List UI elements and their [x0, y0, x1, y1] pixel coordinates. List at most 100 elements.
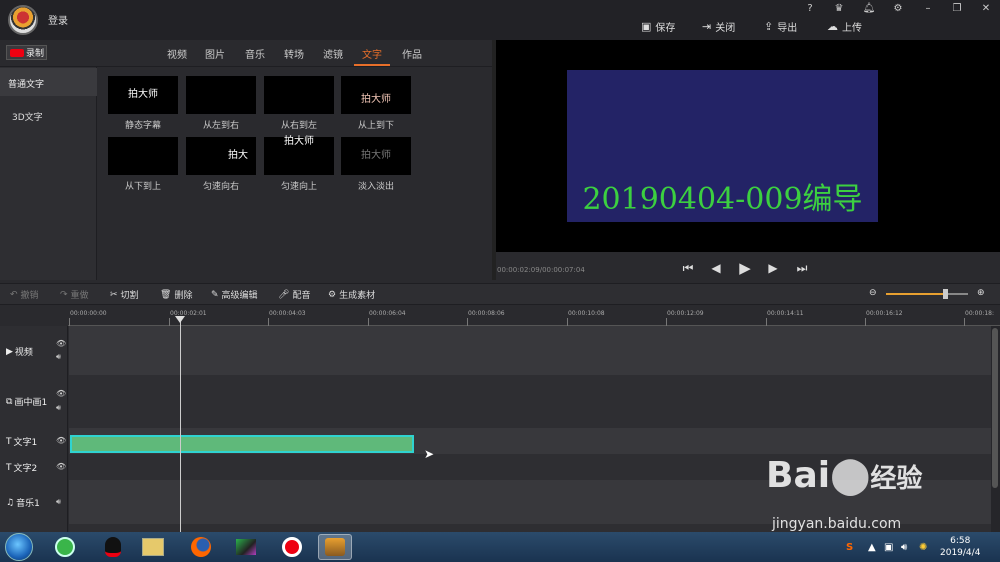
- skip-to-end-icon[interactable]: ⏭︎: [794, 260, 810, 276]
- visibility-eye-icon[interactable]: 👁︎: [56, 339, 66, 348]
- network-icon[interactable]: ✺: [919, 542, 927, 553]
- ruler-tick-label: 00:00:08:06: [468, 310, 505, 317]
- ruler-tick: [467, 318, 468, 326]
- playhead-line[interactable]: [180, 318, 181, 532]
- start-button-icon[interactable]: [5, 533, 33, 561]
- upload-button[interactable]: ☁ 上传: [827, 19, 862, 34]
- zoom-slider-track-rest[interactable]: [948, 293, 968, 295]
- ruler-tick: [69, 318, 70, 326]
- save-button[interactable]: ▣ 保存: [641, 19, 675, 34]
- track-label-video: ▶ 视频: [6, 346, 33, 359]
- scrollbar-thumb[interactable]: [992, 328, 998, 488]
- thumbnail-top-to-bottom[interactable]: 拍大师: [341, 76, 411, 114]
- track-label-text1: T 文字1: [6, 436, 38, 449]
- zoom-in-icon[interactable]: ⊕: [977, 288, 985, 298]
- thumbnail-fade-in-out[interactable]: 拍大师: [341, 137, 411, 175]
- thumbnail-uniform-right[interactable]: 拍大: [186, 137, 256, 175]
- tab-transition[interactable]: 转场: [284, 46, 304, 61]
- notification-bell-icon[interactable]: 🔔︎: [862, 2, 876, 16]
- camera-icon: [10, 48, 24, 57]
- music-track-icon: ♫: [6, 497, 15, 508]
- film-reel-icon: ⚙: [328, 289, 337, 300]
- taskbar-recorder-icon[interactable]: [275, 534, 309, 560]
- zoom-out-icon[interactable]: ⊖: [869, 288, 877, 298]
- ruler-tick-label: 00:00:04:03: [269, 310, 306, 317]
- volume-icon[interactable]: 🔊︎: [56, 352, 61, 362]
- cut-button[interactable]: ✂ 切割: [110, 288, 139, 302]
- track-pip[interactable]: [69, 375, 991, 428]
- close-window-icon[interactable]: ✕: [979, 2, 993, 16]
- playhead-marker[interactable]: [175, 316, 185, 323]
- pip-track-icon: ⧉: [6, 396, 13, 407]
- ruler-tick-label: 00:00:00:00: [70, 310, 107, 317]
- ruler-tick: [666, 318, 667, 326]
- thumbnail-bottom-to-top[interactable]: [108, 137, 178, 175]
- ruler-tick: [964, 318, 965, 326]
- track-video[interactable]: [69, 326, 991, 375]
- thumbnail-static-subtitle[interactable]: 拍大师: [108, 76, 178, 114]
- track-label-text2: T 文字2: [6, 462, 38, 475]
- sogou-input-icon[interactable]: S: [846, 542, 853, 553]
- text-track-icon: T: [6, 462, 12, 473]
- play-icon[interactable]: ▶︎: [737, 260, 753, 276]
- category-normal-text[interactable]: 普通文字: [0, 68, 97, 96]
- thumbnail-left-to-right[interactable]: [186, 76, 256, 114]
- preview-overlay-text: 20190404-009编导: [582, 182, 863, 217]
- generate-material-button[interactable]: ⚙ 生成素材: [328, 288, 375, 302]
- ruler-tick: [567, 318, 568, 326]
- visibility-eye-icon[interactable]: 👁︎: [56, 436, 66, 445]
- taskbar-paidashi-icon[interactable]: [318, 534, 352, 560]
- previous-frame-icon[interactable]: ◀︎: [708, 260, 724, 276]
- login-link[interactable]: 登录: [48, 12, 68, 27]
- taskbar-media-app-icon[interactable]: [229, 534, 263, 560]
- tab-filter[interactable]: 滤镜: [323, 46, 343, 61]
- record-button[interactable]: 录制: [6, 45, 47, 60]
- volume-icon[interactable]: 🔊︎: [56, 403, 61, 413]
- visibility-eye-icon[interactable]: 👁︎: [56, 462, 66, 471]
- tab-works[interactable]: 作品: [402, 46, 422, 61]
- category-3d-text[interactable]: 3D文字: [12, 110, 43, 123]
- thumbnail-right-to-left[interactable]: [264, 76, 334, 114]
- mouse-cursor-icon: ➤: [424, 447, 435, 461]
- vip-icon[interactable]: ♛: [832, 2, 846, 16]
- thumbnail-uniform-up[interactable]: 拍大师: [264, 137, 334, 175]
- tab-image[interactable]: 图片: [205, 46, 225, 61]
- ruler-tick: [766, 318, 767, 326]
- tab-video[interactable]: 视频: [167, 46, 187, 61]
- text-clip[interactable]: [70, 435, 414, 453]
- tray-device-icon[interactable]: ▣: [884, 542, 893, 553]
- minimize-icon[interactable]: –: [921, 2, 935, 16]
- speaker-icon[interactable]: 🔊︎: [901, 542, 907, 553]
- ruler-tick-label: 00:00:06:04: [369, 310, 406, 317]
- close-file-button[interactable]: ⇥ 关闭: [702, 19, 735, 34]
- close-file-icon: ⇥: [702, 19, 712, 33]
- restore-icon[interactable]: ❐: [950, 2, 964, 16]
- volume-icon[interactable]: 🔊︎: [56, 497, 61, 507]
- help-icon[interactable]: ?: [803, 2, 817, 16]
- export-button[interactable]: ⇪ 导出: [764, 19, 797, 34]
- ruler-tick: [865, 318, 866, 326]
- delete-button[interactable]: 🗑︎ 删除: [160, 288, 192, 302]
- tab-music[interactable]: 音乐: [245, 46, 265, 61]
- redo-button[interactable]: ↷ 重做: [60, 288, 89, 302]
- skip-to-start-icon[interactable]: ⏮︎: [680, 260, 696, 276]
- visibility-eye-icon[interactable]: 👁︎: [56, 389, 66, 398]
- taskbar-explorer-icon[interactable]: [136, 534, 170, 560]
- tab-text[interactable]: 文字: [362, 46, 382, 61]
- zoom-slider-handle[interactable]: [943, 289, 948, 299]
- taskbar-app-360-icon[interactable]: [48, 534, 82, 560]
- ruler-tick-label: 00:00:12:09: [667, 310, 704, 317]
- timeline-ruler[interactable]: [68, 306, 1000, 326]
- ruler-tick: [169, 318, 170, 326]
- thumbnail-label: 从下到上: [124, 182, 161, 192]
- next-frame-icon[interactable]: ▶︎: [765, 260, 781, 276]
- system-clock[interactable]: 6:58 2019/4/4: [940, 535, 980, 559]
- taskbar-firefox-icon[interactable]: [184, 534, 218, 560]
- settings-gear-icon[interactable]: ⚙: [891, 2, 905, 16]
- ruler-tick-label: 00:00:18:: [965, 310, 994, 317]
- tray-expand-icon[interactable]: ▲: [868, 542, 876, 553]
- dub-button[interactable]: 🎤︎ 配音: [278, 288, 310, 302]
- taskbar-qq-icon[interactable]: [96, 534, 130, 560]
- undo-button[interactable]: ↶ 撤销: [10, 288, 39, 302]
- advanced-edit-button[interactable]: ✎ 高级编辑: [211, 288, 258, 302]
